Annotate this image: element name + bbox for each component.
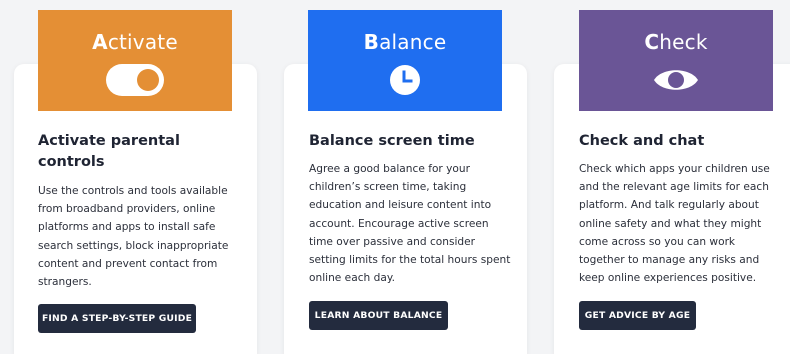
tile-title: Balance (363, 30, 447, 54)
eye-icon (652, 64, 700, 96)
clock-icon (389, 64, 421, 96)
advice-by-age-button[interactable]: GET ADVICE BY AGE (579, 301, 696, 330)
activate-tile: Activate (38, 10, 232, 111)
card-heading: Balance screen time (309, 133, 475, 149)
check-tile: Check (579, 10, 773, 111)
tile-title: Activate (92, 30, 178, 54)
card-body: Check which apps your children use and t… (579, 163, 770, 285)
card-body: Use the controls and tools available fro… (38, 185, 229, 289)
card-heading: Activate parental controls (38, 133, 180, 170)
card-body: Agree a good balance for your children’s… (309, 163, 511, 285)
card-heading: Check and chat (579, 133, 705, 149)
learn-balance-button[interactable]: LEARN ABOUT BALANCE (309, 301, 448, 330)
toggle-switch-icon (106, 64, 164, 96)
find-guide-button[interactable]: FIND A STEP-BY-STEP GUIDE (38, 304, 196, 333)
tile-title: Check (644, 30, 708, 54)
balance-tile: Balance (308, 10, 502, 111)
